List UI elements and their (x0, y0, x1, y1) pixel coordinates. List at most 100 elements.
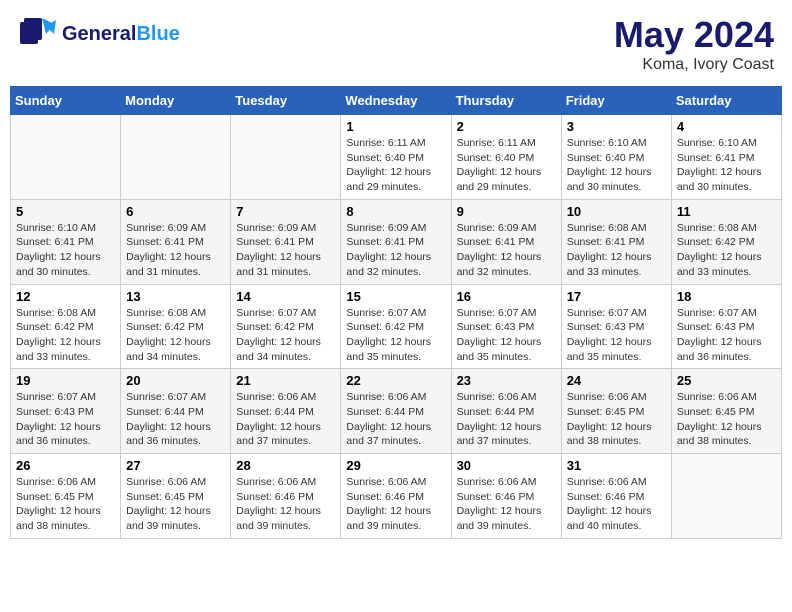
calendar-cell: 15 Sunrise: 6:07 AM Sunset: 6:42 PM Dayli… (341, 284, 451, 369)
day-number: 15 (346, 289, 445, 304)
day-info: Sunrise: 6:06 AM Sunset: 6:44 PM Dayligh… (346, 390, 445, 449)
calendar-cell: 8Sunrise: 6:09 AM Sunset: 6:41 PM Daylig… (341, 199, 451, 284)
day-info: Sunrise: 6:07 AM Sunset: 6:42 PM Dayligh… (346, 306, 445, 365)
calendar-cell: 21 Sunrise: 6:06 AM Sunset: 6:44 PM Dayli… (231, 369, 341, 454)
day-number: 17 (567, 289, 666, 304)
day-number: 2 (457, 119, 556, 134)
calendar-cell (121, 115, 231, 200)
calendar-table: SundayMondayTuesdayWednesdayThursdayFrid… (10, 86, 782, 539)
calendar-week-row: 5 Sunrise: 6:10 AM Sunset: 6:41 PM Daylig… (11, 199, 782, 284)
logo-text-block: GeneralBlue (62, 23, 180, 46)
page-header: GeneralBlue May 2024 Koma, Ivory Coast (10, 10, 782, 78)
day-info: Sunrise: 6:07 AM Sunset: 6:43 PM Dayligh… (567, 306, 666, 365)
day-info: Sunrise: 6:07 AM Sunset: 6:43 PM Dayligh… (677, 306, 776, 365)
day-info: Sunrise: 6:08 AM Sunset: 6:42 PM Dayligh… (677, 221, 776, 280)
calendar-cell: 12 Sunrise: 6:08 AM Sunset: 6:42 PM Dayli… (11, 284, 121, 369)
calendar-cell (11, 115, 121, 200)
day-number: 30 (457, 458, 556, 473)
calendar-cell: 5 Sunrise: 6:10 AM Sunset: 6:41 PM Daylig… (11, 199, 121, 284)
day-info: Sunrise: 6:10 AM Sunset: 6:40 PM Dayligh… (567, 136, 666, 195)
logo-icon (18, 14, 58, 54)
day-number: 12 (16, 289, 115, 304)
day-number: 24 (567, 373, 666, 388)
calendar-cell: 3 Sunrise: 6:10 AM Sunset: 6:40 PM Daylig… (561, 115, 671, 200)
day-info: Sunrise: 6:07 AM Sunset: 6:43 PM Dayligh… (16, 390, 115, 449)
calendar-cell: 19 Sunrise: 6:07 AM Sunset: 6:43 PM Dayli… (11, 369, 121, 454)
weekday-header: Friday (561, 87, 671, 115)
day-number: 22 (346, 373, 445, 388)
day-info: Sunrise: 6:06 AM Sunset: 6:46 PM Dayligh… (567, 475, 666, 534)
day-number: 4 (677, 119, 776, 134)
calendar-cell: 31 Sunrise: 6:06 AM Sunset: 6:46 PM Dayli… (561, 454, 671, 539)
day-info: Sunrise: 6:10 AM Sunset: 6:41 PM Dayligh… (677, 136, 776, 195)
calendar-cell: 23Sunrise: 6:06 AM Sunset: 6:44 PM Dayli… (451, 369, 561, 454)
calendar-cell: 16 Sunrise: 6:07 AM Sunset: 6:43 PM Dayli… (451, 284, 561, 369)
day-number: 7 (236, 204, 335, 219)
calendar-week-row: 12 Sunrise: 6:08 AM Sunset: 6:42 PM Dayli… (11, 284, 782, 369)
day-number: 28 (236, 458, 335, 473)
logo: GeneralBlue (18, 14, 180, 54)
day-info: Sunrise: 6:08 AM Sunset: 6:42 PM Dayligh… (126, 306, 225, 365)
main-title: May 2024 (614, 14, 774, 56)
day-number: 27 (126, 458, 225, 473)
calendar-week-row: 19 Sunrise: 6:07 AM Sunset: 6:43 PM Dayli… (11, 369, 782, 454)
day-number: 18 (677, 289, 776, 304)
day-number: 6 (126, 204, 225, 219)
calendar-cell: 30Sunrise: 6:06 AM Sunset: 6:46 PM Dayli… (451, 454, 561, 539)
day-number: 13 (126, 289, 225, 304)
day-number: 1 (346, 119, 445, 134)
day-info: Sunrise: 6:09 AM Sunset: 6:41 PM Dayligh… (126, 221, 225, 280)
day-info: Sunrise: 6:09 AM Sunset: 6:41 PM Dayligh… (457, 221, 556, 280)
day-info: Sunrise: 6:08 AM Sunset: 6:42 PM Dayligh… (16, 306, 115, 365)
day-number: 20 (126, 373, 225, 388)
day-info: Sunrise: 6:09 AM Sunset: 6:41 PM Dayligh… (346, 221, 445, 280)
day-info: Sunrise: 6:07 AM Sunset: 6:44 PM Dayligh… (126, 390, 225, 449)
day-number: 29 (346, 458, 445, 473)
day-number: 10 (567, 204, 666, 219)
day-info: Sunrise: 6:06 AM Sunset: 6:45 PM Dayligh… (126, 475, 225, 534)
calendar-cell: 26Sunrise: 6:06 AM Sunset: 6:45 PM Dayli… (11, 454, 121, 539)
day-info: Sunrise: 6:07 AM Sunset: 6:43 PM Dayligh… (457, 306, 556, 365)
calendar-cell: 17 Sunrise: 6:07 AM Sunset: 6:43 PM Dayli… (561, 284, 671, 369)
calendar-cell: 1Sunrise: 6:11 AM Sunset: 6:40 PM Daylig… (341, 115, 451, 200)
day-info: Sunrise: 6:06 AM Sunset: 6:44 PM Dayligh… (236, 390, 335, 449)
day-number: 3 (567, 119, 666, 134)
day-info: Sunrise: 6:06 AM Sunset: 6:46 PM Dayligh… (236, 475, 335, 534)
weekday-header: Saturday (671, 87, 781, 115)
calendar-cell: 4 Sunrise: 6:10 AM Sunset: 6:41 PM Daylig… (671, 115, 781, 200)
day-number: 21 (236, 373, 335, 388)
calendar-header-row: SundayMondayTuesdayWednesdayThursdayFrid… (11, 87, 782, 115)
logo-name: GeneralBlue (62, 23, 180, 46)
calendar-cell: 22 Sunrise: 6:06 AM Sunset: 6:44 PM Dayli… (341, 369, 451, 454)
day-number: 5 (16, 204, 115, 219)
day-info: Sunrise: 6:08 AM Sunset: 6:41 PM Dayligh… (567, 221, 666, 280)
calendar-cell: 18 Sunrise: 6:07 AM Sunset: 6:43 PM Dayli… (671, 284, 781, 369)
day-info: Sunrise: 6:10 AM Sunset: 6:41 PM Dayligh… (16, 221, 115, 280)
day-info: Sunrise: 6:06 AM Sunset: 6:45 PM Dayligh… (567, 390, 666, 449)
weekday-header: Sunday (11, 87, 121, 115)
day-info: Sunrise: 6:06 AM Sunset: 6:45 PM Dayligh… (16, 475, 115, 534)
day-number: 19 (16, 373, 115, 388)
calendar-cell (671, 454, 781, 539)
day-number: 23 (457, 373, 556, 388)
day-number: 9 (457, 204, 556, 219)
calendar-cell: 14Sunrise: 6:07 AM Sunset: 6:42 PM Dayli… (231, 284, 341, 369)
day-number: 31 (567, 458, 666, 473)
calendar-week-row: 26Sunrise: 6:06 AM Sunset: 6:45 PM Dayli… (11, 454, 782, 539)
day-info: Sunrise: 6:06 AM Sunset: 6:45 PM Dayligh… (677, 390, 776, 449)
calendar-cell: 10 Sunrise: 6:08 AM Sunset: 6:41 PM Dayli… (561, 199, 671, 284)
calendar-cell: 7 Sunrise: 6:09 AM Sunset: 6:41 PM Daylig… (231, 199, 341, 284)
calendar-cell: 27 Sunrise: 6:06 AM Sunset: 6:45 PM Dayli… (121, 454, 231, 539)
calendar-cell: 6 Sunrise: 6:09 AM Sunset: 6:41 PM Daylig… (121, 199, 231, 284)
calendar-cell: 11Sunrise: 6:08 AM Sunset: 6:42 PM Dayli… (671, 199, 781, 284)
day-number: 16 (457, 289, 556, 304)
day-number: 25 (677, 373, 776, 388)
weekday-header: Monday (121, 87, 231, 115)
calendar-cell: 9 Sunrise: 6:09 AM Sunset: 6:41 PM Daylig… (451, 199, 561, 284)
calendar-week-row: 1Sunrise: 6:11 AM Sunset: 6:40 PM Daylig… (11, 115, 782, 200)
weekday-header: Thursday (451, 87, 561, 115)
day-info: Sunrise: 6:09 AM Sunset: 6:41 PM Dayligh… (236, 221, 335, 280)
calendar-cell: 24 Sunrise: 6:06 AM Sunset: 6:45 PM Dayli… (561, 369, 671, 454)
calendar-cell: 20 Sunrise: 6:07 AM Sunset: 6:44 PM Dayli… (121, 369, 231, 454)
calendar-cell: 28 Sunrise: 6:06 AM Sunset: 6:46 PM Dayli… (231, 454, 341, 539)
